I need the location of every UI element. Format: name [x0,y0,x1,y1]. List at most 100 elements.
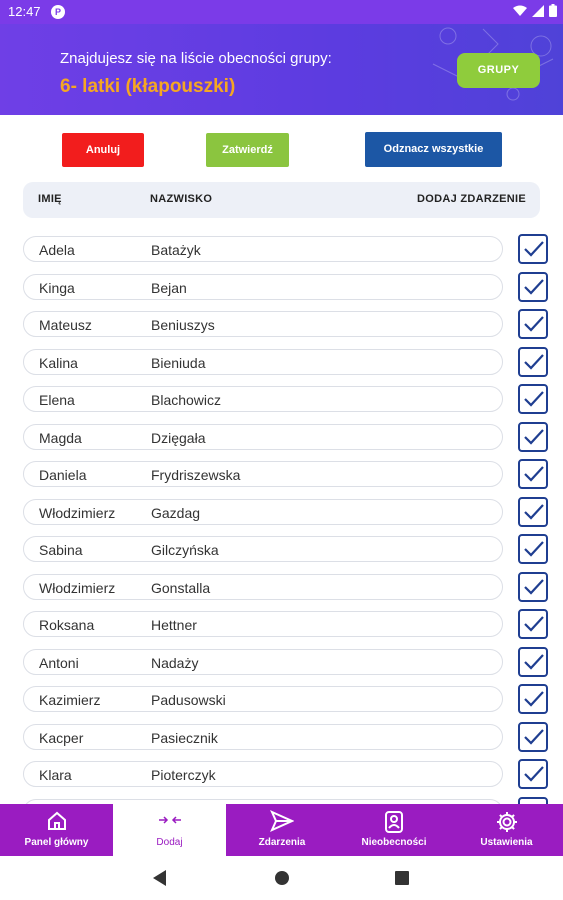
checkmark-icon [524,728,544,745]
first-name: Kazimierz [39,692,101,708]
first-name: Roksana [39,617,95,633]
checkmark-icon [524,391,544,407]
attendance-checkbox[interactable] [518,234,548,264]
nav-ustawienia[interactable]: Ustawienia [450,804,563,856]
last-name: Frydriszewska [151,467,241,483]
group-name: 6- latki (kłapouszki) [60,76,236,97]
child-name-field[interactable]: Roksana Hettner [23,611,503,637]
confirm-button[interactable]: Zatwierdź [206,133,289,167]
attendance-checkbox[interactable] [518,496,548,527]
attendance-checkbox[interactable] [518,684,548,714]
child-name-field[interactable]: Klara Pioterczyk [23,761,503,787]
home-button-icon[interactable] [274,870,290,886]
bottom-navigation: Panel główny Dodaj Zdarzenia Nieobecnośc… [0,804,563,856]
column-last-name: NAZWISKO [150,193,213,205]
first-name: Sabina [39,542,83,558]
checkmark-icon [524,653,544,670]
child-name-field[interactable]: Sabina Gilczyńska [23,536,503,562]
attendance-row: Kinga Bejan [0,270,563,308]
attendance-checkbox[interactable] [518,421,548,452]
table-header: IMIĘ NAZWISKO DODAJ ZDARZENIE [23,182,540,218]
battery-icon [549,4,557,17]
attendance-checkbox[interactable] [518,309,548,339]
child-name-field[interactable]: Kazimierz Padusowski [23,686,503,712]
checkmark-icon [524,541,544,557]
checkmark-icon [524,466,544,482]
child-name-field[interactable]: Mateusz Beniuszys [23,311,503,337]
attendance-checkbox[interactable] [518,721,548,752]
nav-zdarzenia[interactable]: Zdarzenia [226,804,338,856]
attendance-row: Antoni Nadaży [0,645,563,683]
checkmark-icon [524,616,544,632]
child-name-field[interactable]: Antoni Nadaży [23,648,503,675]
child-name-field[interactable]: Elena Blachowicz [23,386,503,412]
last-name: Bejan [151,279,187,296]
nav-label: Panel główny [24,837,89,848]
wifi-icon [513,5,527,16]
nav-dodaj[interactable]: Dodaj [113,804,226,856]
child-name-field[interactable]: Kinga Bejan [23,273,503,300]
last-name: Gilczyńska [151,542,219,558]
attendance-checkbox[interactable] [518,271,548,302]
system-navigation-bar [0,856,563,900]
first-name: Włodzimierz [39,504,116,521]
attendance-checkbox[interactable] [518,796,548,804]
back-icon[interactable] [153,870,167,886]
nav-nieobecnosci[interactable]: Nieobecności [338,804,450,856]
attendance-list[interactable]: Adela Batażyk Kinga Bejan Mateusz Beniuszys Ka… [0,232,563,804]
checkmark-icon [524,241,544,257]
column-add-event: DODAJ ZDARZENIE [416,193,526,205]
attendance-row: Kalina Bieniuda [0,345,563,383]
child-name-field[interactable]: Magda Dzięgała [23,423,503,450]
attendance-checkbox[interactable] [518,534,548,564]
child-name-field[interactable]: Włodzimierz Gazdag [23,498,503,525]
attendance-row: Włodzimierz Gonstalla [0,570,563,608]
attendance-checkbox[interactable] [518,609,548,639]
groups-button[interactable]: GRUPY [457,53,540,88]
group-header: Znajdujesz się na liście obecności grupy… [0,24,563,115]
child-name-field[interactable]: Daniela Frydriszewska [23,461,503,487]
recents-icon[interactable] [395,871,409,885]
add-arrows-icon [158,816,181,824]
attendance-checkbox[interactable] [518,646,548,677]
attendance-row: Mateusz Beniuszys [0,307,563,345]
send-icon [270,810,294,832]
cancel-button[interactable]: Anuluj [62,133,144,167]
attendance-checkbox[interactable] [518,459,548,489]
first-name: Włodzimierz [39,579,116,596]
attendance-row: Sabina Gilczyńska [0,532,563,570]
nav-panel-glowny[interactable]: Panel główny [0,804,113,856]
attendance-row: Adela Batażyk [0,232,563,270]
checkmark-icon [524,766,544,782]
child-name-field[interactable]: Adela Batażyk [23,236,503,262]
first-name: Daniela [39,467,87,483]
checkmark-icon [524,503,544,520]
last-name: Padusowski [151,692,226,708]
first-name: Mateusz [39,317,92,333]
first-name: Kacper [39,729,84,746]
last-name: Pioterczyk [151,767,216,783]
child-name-field[interactable]: Kalina Bieniuda [23,348,503,375]
checkmark-icon [524,278,544,295]
attendance-checkbox[interactable] [518,571,548,602]
last-name: Hettner [151,617,197,633]
last-name: Beniuszys [151,317,215,333]
child-name-field[interactable]: Kacper Pasiecznik [23,723,503,750]
attendance-checkbox[interactable] [518,384,548,414]
nav-label: Zdarzenia [258,837,306,848]
checkmark-icon [524,578,544,595]
first-name: Adela [39,242,75,258]
checkmark-icon [524,353,544,370]
status-bar: 12:47 P [0,0,563,24]
last-name: Blachowicz [151,392,222,408]
uncheck-all-button[interactable]: Odznacz wszystkie [365,132,502,167]
attendance-checkbox[interactable] [518,759,548,789]
last-name: Gazdag [151,504,201,521]
attendance-row: Włodzimierz Gazdag [0,495,563,533]
gear-icon [496,812,517,832]
attendance-checkbox[interactable] [518,346,548,377]
first-name: Kinga [39,279,75,296]
child-name-field[interactable]: Włodzimierz Gonstalla [23,573,503,600]
attendance-row: Elena Blachowicz [0,382,563,420]
system-icons [513,4,557,17]
